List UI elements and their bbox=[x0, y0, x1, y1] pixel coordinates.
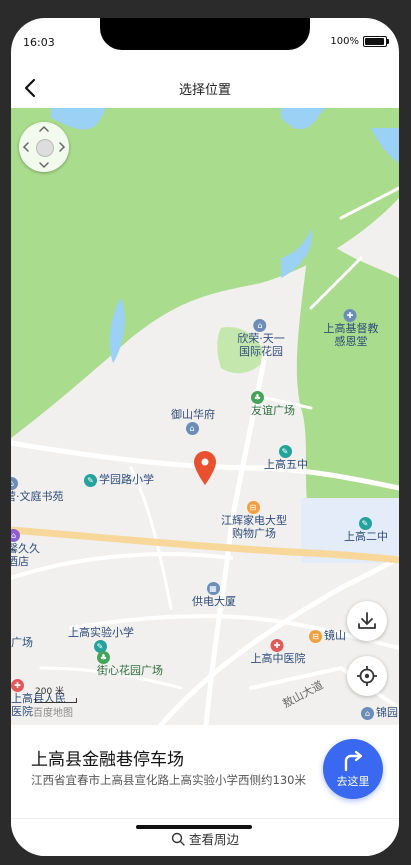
poi-xueyuan[interactable]: ✎ 学园路小学 bbox=[84, 473, 154, 487]
divider bbox=[11, 818, 399, 819]
download-icon bbox=[358, 612, 376, 629]
search-icon bbox=[171, 832, 185, 846]
view-nearby-button[interactable]: 查看周边 bbox=[11, 829, 399, 848]
poi-label: 上高基督教 感恩堂 bbox=[323, 321, 379, 348]
poi-yushan[interactable]: 御山华府 ⌂ bbox=[171, 408, 215, 435]
poi-label: 欣荣·天一 国际花园 bbox=[237, 331, 285, 358]
view-nearby-label: 查看周边 bbox=[188, 832, 239, 847]
poi-label: 上高二中 bbox=[344, 529, 388, 543]
battery-percent: 100% bbox=[330, 36, 359, 47]
page-title: 选择位置 bbox=[178, 83, 231, 98]
poi-label: 供电大厦 bbox=[192, 594, 236, 608]
poi-label: 上高五中 bbox=[264, 457, 308, 471]
poi-zhongyi[interactable]: ✚ 上高中医院 bbox=[251, 638, 306, 665]
map-logo: 百度地图 bbox=[33, 708, 73, 719]
poi-jianghui[interactable]: ⊟ 江辉家电大型 购物广场 bbox=[221, 500, 287, 540]
battery-icon bbox=[363, 36, 389, 47]
go-here-label: 去这里 bbox=[336, 774, 370, 788]
poi-jiujiu[interactable]: ⌂ 馨久久 酒店 bbox=[11, 528, 40, 568]
scale-label: 200 米 bbox=[35, 687, 65, 697]
poi-label: 街心花园广场 bbox=[97, 663, 163, 677]
poi-jingshan[interactable]: ⊟ 镜山 bbox=[309, 629, 346, 643]
poi-jidu[interactable]: ✚ 上高基督教 感恩堂 bbox=[324, 308, 379, 348]
poi-gongdian[interactable]: ▦ 供电大厦 bbox=[192, 581, 236, 608]
poi-label: 江辉家电大型 购物广场 bbox=[221, 513, 287, 540]
poi-jinyuan[interactable]: ⌂ 锦园 bbox=[361, 706, 398, 720]
nav-bar: 选择位置 bbox=[11, 68, 399, 108]
phone-screen: 16:03 100% 选择位置 ⌂ 欣荣·天一 国际花园 ✚ 上高基督教 感恩堂… bbox=[11, 18, 399, 856]
poi-label: 学园路小学 bbox=[99, 473, 154, 486]
poi-chang[interactable]: 广场 bbox=[11, 636, 33, 649]
location-sheet: 上高县金融巷停车场 江西省宜春市上高县宣化路上高实验小学西侧约130米 去这里 … bbox=[11, 725, 399, 856]
poi-label: 上高中医院 bbox=[250, 651, 306, 665]
locate-icon bbox=[357, 666, 377, 686]
map-pin-icon bbox=[194, 451, 216, 485]
download-button[interactable] bbox=[347, 601, 387, 641]
turn-right-icon bbox=[344, 750, 363, 771]
map-view[interactable]: ⌂ 欣荣·天一 国际花园 ✚ 上高基督教 感恩堂 ♣ 友谊广场 御山华府 ⌂ ✎ 上… bbox=[11, 108, 399, 725]
poi-erzhong[interactable]: ✎ 上高二中 bbox=[344, 516, 388, 543]
battery-indicator: 100% bbox=[330, 36, 389, 47]
compass-icon[interactable] bbox=[19, 122, 69, 172]
place-address: 江西省宜春市上高县宣化路上高实验小学西侧约130米 bbox=[31, 773, 306, 787]
poi-xinrong[interactable]: ⌂ 欣荣·天一 国际花园 bbox=[237, 318, 285, 358]
poi-label: 锦园 bbox=[376, 706, 398, 719]
poi-youyi[interactable]: ♣ 友谊广场 bbox=[251, 390, 295, 417]
poi-label: 镜山 bbox=[324, 629, 346, 642]
poi-label: 御山华府 bbox=[171, 408, 215, 421]
place-name: 上高县金融巷停车场 bbox=[31, 750, 184, 770]
poi-wenting[interactable]: ⌂ 营·文庭书苑 bbox=[11, 476, 64, 503]
poi-label: 友谊广场 bbox=[251, 403, 295, 417]
locate-button[interactable] bbox=[347, 656, 387, 696]
poi-wuzhong[interactable]: ✎ 上高五中 bbox=[264, 444, 308, 471]
go-here-button[interactable]: 去这里 bbox=[323, 739, 383, 799]
map-scale: 200 米 bbox=[35, 684, 77, 703]
notch bbox=[100, 18, 310, 50]
poi-label: 广场 bbox=[11, 636, 33, 649]
home-indicator[interactable] bbox=[136, 825, 252, 829]
poi-shiyan[interactable]: 上高实验小学 ✎ bbox=[68, 626, 134, 653]
poi-label: 上高实验小学 bbox=[68, 626, 134, 639]
poi-jiexin[interactable]: ♣ 街心花园广场 bbox=[97, 650, 163, 677]
status-time: 16:03 bbox=[23, 36, 55, 49]
poi-label: 营·文庭书苑 bbox=[11, 489, 64, 503]
poi-label: 馨久久 酒店 bbox=[11, 541, 40, 568]
